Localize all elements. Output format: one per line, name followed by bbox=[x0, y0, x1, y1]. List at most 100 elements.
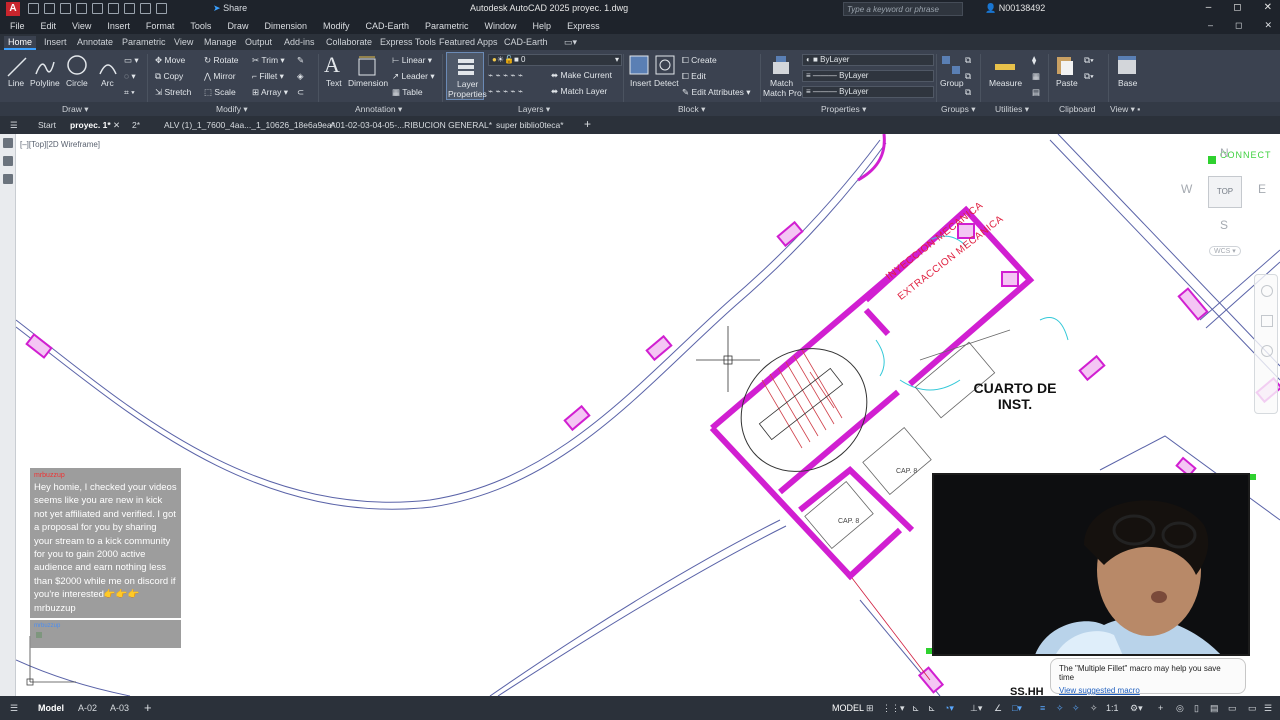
doc-tab-2[interactable]: 2* bbox=[132, 120, 140, 130]
tab-add-ins[interactable]: Add-ins bbox=[280, 36, 319, 48]
explode-icon[interactable]: ◈ bbox=[297, 71, 304, 82]
group-button[interactable]: Group bbox=[940, 78, 964, 88]
undo-icon[interactable] bbox=[140, 3, 151, 14]
edit-attributes-button[interactable]: ✎ Edit Attributes ▾ bbox=[682, 87, 751, 98]
steering-wheel-icon[interactable] bbox=[1261, 285, 1273, 297]
open-web-icon[interactable] bbox=[92, 3, 103, 14]
copy-clip-icon[interactable]: ⧉▾ bbox=[1084, 71, 1094, 82]
insert-button[interactable]: Insert bbox=[630, 78, 651, 88]
autocad-logo[interactable]: A bbox=[6, 2, 20, 16]
ungroup-icon[interactable]: ⧉ bbox=[965, 55, 971, 66]
region-icon[interactable]: ⌗ ▾ bbox=[124, 87, 135, 98]
viewcube[interactable]: N W TOP E S WCS ▾ bbox=[1176, 146, 1274, 266]
model-space-button[interactable]: MODEL bbox=[832, 703, 864, 713]
block-panel-title[interactable]: Block ▾ bbox=[678, 104, 705, 115]
dimension-button[interactable]: Dimension bbox=[348, 78, 388, 88]
doc-tab-a01[interactable]: A01-02-03-04-05-...RIBUCION GENERAL* bbox=[330, 120, 492, 130]
new-tab-plus-icon[interactable]: + bbox=[584, 117, 591, 131]
tab-insert[interactable]: Insert bbox=[40, 36, 71, 48]
ribbon-options-icon[interactable]: ▭▾ bbox=[560, 36, 581, 49]
cut-icon[interactable]: ⧉▾ bbox=[1084, 55, 1094, 66]
viewcube-west[interactable]: W bbox=[1181, 182, 1192, 196]
layout-menu-icon[interactable]: ☰ bbox=[10, 703, 18, 714]
quick-select-icon[interactable]: ⧫ bbox=[1032, 55, 1036, 66]
customization-menu-icon[interactable]: ☰ bbox=[1264, 703, 1272, 714]
menu-tools[interactable]: Tools bbox=[190, 21, 211, 31]
line-button[interactable]: Line bbox=[8, 78, 24, 88]
user-account[interactable]: 👤 N00138492 bbox=[985, 3, 1045, 14]
tab-cad-earth[interactable]: CAD-Earth bbox=[500, 36, 552, 48]
navigation-bar[interactable] bbox=[1254, 274, 1278, 414]
viewcube-south[interactable]: S bbox=[1220, 218, 1228, 232]
pan-icon[interactable] bbox=[1261, 315, 1273, 327]
menu-format[interactable]: Format bbox=[146, 21, 175, 31]
ortho-icon[interactable]: ⊾ bbox=[912, 703, 920, 714]
viewcube-east[interactable]: E bbox=[1258, 182, 1266, 196]
tab-home[interactable]: Home bbox=[4, 36, 37, 50]
rotate-button[interactable]: ↻ Rotate bbox=[204, 55, 239, 66]
id-point-icon[interactable]: ▤ bbox=[1032, 87, 1040, 98]
menu-window[interactable]: Window bbox=[485, 21, 517, 31]
new-icon[interactable] bbox=[28, 3, 39, 14]
auto-scale-icon[interactable]: ✧ bbox=[1072, 703, 1080, 714]
menu-view[interactable]: View bbox=[72, 21, 91, 31]
wcs-menu[interactable]: WCS ▾ bbox=[1209, 246, 1241, 256]
annotation-panel-title[interactable]: Annotation ▾ bbox=[355, 104, 402, 115]
annotation-scale-icon[interactable]: ✧ bbox=[1090, 703, 1098, 714]
polar-icon[interactable]: ⊾ bbox=[928, 703, 936, 714]
share-button[interactable]: ➤ Share bbox=[213, 3, 247, 14]
quick-properties-icon[interactable]: ▯ bbox=[1194, 703, 1199, 714]
doc-tab-start[interactable]: Start bbox=[38, 120, 56, 130]
object-snap-icon[interactable]: □▾ bbox=[1012, 703, 1022, 714]
menu-edit[interactable]: Edit bbox=[41, 21, 57, 31]
maximize-button[interactable]: ◻ bbox=[1233, 2, 1241, 13]
detect-button[interactable]: Detect bbox=[654, 78, 679, 88]
groups-panel-title[interactable]: Groups ▾ bbox=[941, 104, 976, 115]
measure-button[interactable]: Measure bbox=[989, 78, 1022, 88]
menu-draw[interactable]: Draw bbox=[227, 21, 248, 31]
modify-panel-title[interactable]: Modify ▾ bbox=[216, 104, 248, 115]
layers-panel-title[interactable]: Layers ▾ bbox=[518, 104, 550, 115]
rectangle-icon[interactable]: ▭ ▾ bbox=[124, 55, 139, 66]
utilities-panel-title[interactable]: Utilities ▾ bbox=[995, 104, 1029, 115]
menu-file[interactable]: File bbox=[10, 21, 25, 31]
save-icon[interactable] bbox=[60, 3, 71, 14]
annotation-scale-value[interactable]: 1:1 bbox=[1106, 703, 1119, 713]
tab-manage[interactable]: Manage bbox=[200, 36, 241, 48]
calculator-icon[interactable]: ▦ bbox=[1032, 71, 1040, 82]
menu-insert[interactable]: Insert bbox=[107, 21, 130, 31]
base-button[interactable]: Base bbox=[1118, 78, 1137, 88]
grid-icon[interactable]: ⊞ bbox=[866, 703, 874, 714]
tab-view[interactable]: View bbox=[170, 36, 197, 48]
layer-dropdown[interactable]: ●☀🔓■ 0 ▾ bbox=[488, 54, 622, 66]
model-tab[interactable]: Model bbox=[38, 703, 64, 713]
doc-restore-button[interactable]: ◻ bbox=[1235, 20, 1242, 31]
object-snap-tracking-icon[interactable]: ∠ bbox=[994, 703, 1002, 714]
edit-block-button[interactable]: ⧠ Edit bbox=[682, 71, 706, 82]
tab-collaborate[interactable]: Collaborate bbox=[322, 36, 376, 48]
properties-panel-title[interactable]: Properties ▾ bbox=[821, 104, 866, 115]
doc-close-button[interactable]: ✕ bbox=[1264, 20, 1272, 31]
close-button[interactable]: ✕ bbox=[1264, 2, 1272, 13]
array-button[interactable]: ⊞ Array ▾ bbox=[252, 87, 288, 98]
copy-button[interactable]: ⧉ Copy bbox=[155, 71, 183, 82]
palette-tool-icon[interactable] bbox=[3, 156, 13, 166]
fillet-button[interactable]: ⌐ Fillet ▾ bbox=[252, 71, 284, 82]
linetype-dropdown[interactable]: ≡ ——— ByLayer bbox=[802, 86, 934, 98]
add-layout-plus-icon[interactable]: + bbox=[144, 700, 152, 715]
doc-tab-proyec-1[interactable]: proyec. 1* bbox=[70, 120, 111, 130]
scale-button[interactable]: ⬚ Scale bbox=[204, 87, 236, 98]
layout-tab-a03[interactable]: A-03 bbox=[110, 703, 129, 713]
layer-tools-row-1[interactable]: ⌁ ⌁ ⌁ ⌁ ⌁ bbox=[488, 70, 523, 81]
group-select-icon[interactable]: ⧉ bbox=[965, 87, 971, 98]
view-suggested-macro-link[interactable]: View suggested macro bbox=[1059, 686, 1237, 695]
minimize-button[interactable]: – bbox=[1206, 2, 1212, 13]
text-button[interactable]: Text bbox=[326, 78, 342, 88]
lineweight-icon[interactable]: ≡ bbox=[1040, 703, 1045, 713]
layout-tab-a02[interactable]: A-02 bbox=[78, 703, 97, 713]
plot-icon[interactable] bbox=[124, 3, 135, 14]
arc-button[interactable]: Arc bbox=[101, 78, 114, 88]
layer-properties-button[interactable]: Layer Properties bbox=[446, 52, 487, 100]
menu-modify[interactable]: Modify bbox=[323, 21, 350, 31]
workspace-gear-icon[interactable]: ⚙▾ bbox=[1130, 703, 1143, 714]
